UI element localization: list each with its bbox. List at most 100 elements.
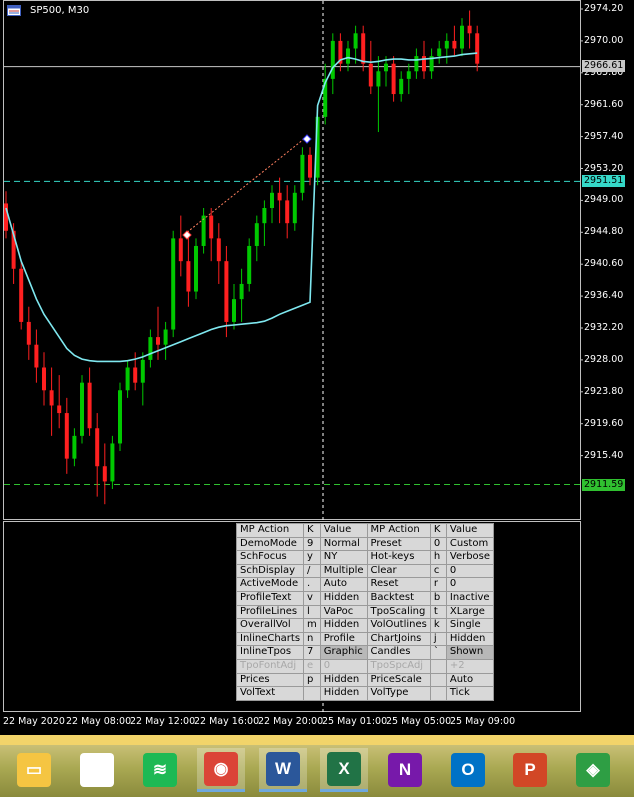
settings-header-row: MP Action K Value MP Action K Value bbox=[235, 523, 495, 538]
settings-header-cell: MP Action bbox=[235, 523, 305, 538]
settings-row[interactable]: ProfileText v Hidden Backtest b Inactive bbox=[235, 590, 495, 606]
excel-taskbar-button[interactable]: X bbox=[320, 748, 368, 792]
settings-key-cell: h bbox=[429, 550, 447, 565]
candle-body bbox=[87, 382, 92, 429]
word-icon: W bbox=[266, 751, 300, 786]
settings-row[interactable]: Prices p Hidden PriceScale Auto bbox=[235, 672, 495, 688]
settings-row[interactable]: InlineCharts n Profile ChartJoins j Hidden bbox=[235, 631, 495, 647]
settings-key-cell: c bbox=[429, 563, 447, 579]
settings-value-cell[interactable]: Auto bbox=[319, 577, 368, 592]
settings-value-cell[interactable]: Hidden bbox=[445, 631, 495, 647]
file-explorer-icon: ▭ bbox=[17, 753, 51, 787]
candle-body bbox=[148, 337, 153, 360]
settings-row[interactable]: ProfileLines l VaPoc TpoScaling t XLarge bbox=[235, 604, 495, 620]
settings-value-cell[interactable]: Hidden bbox=[319, 590, 368, 606]
settings-value-cell[interactable]: Profile bbox=[319, 631, 368, 647]
candle-body bbox=[133, 367, 138, 383]
candle-body bbox=[308, 154, 312, 178]
onenote-taskbar-button[interactable]: N bbox=[381, 748, 429, 792]
settings-value-cell[interactable]: NY bbox=[319, 550, 368, 565]
settings-row[interactable]: VolText Hidden VolType Tick bbox=[235, 686, 495, 701]
settings-action-cell: SchDisplay bbox=[235, 563, 305, 579]
settings-value-cell[interactable]: Single bbox=[445, 618, 495, 633]
word-taskbar-button[interactable]: W bbox=[259, 748, 307, 792]
settings-value-cell[interactable]: Hidden bbox=[319, 618, 368, 633]
settings-row[interactable]: DemoMode 9 Normal Preset 0 Custom bbox=[235, 536, 495, 552]
settings-row[interactable]: ActiveMode. Auto Reset r 0 bbox=[235, 577, 495, 592]
settings-action-cell: Preset bbox=[366, 536, 431, 552]
trendline-anchor-start bbox=[182, 230, 192, 240]
price-tick-label: 2940.60 bbox=[584, 258, 624, 270]
settings-value-cell[interactable]: XLarge bbox=[445, 604, 495, 620]
settings-action-cell: Backtest bbox=[366, 590, 431, 606]
candle-body bbox=[452, 40, 457, 49]
powerpoint-taskbar-button[interactable]: P bbox=[506, 748, 554, 792]
settings-value-cell[interactable]: Hidden bbox=[319, 686, 368, 701]
chrome-icon: ◉ bbox=[204, 751, 238, 786]
candle-body bbox=[467, 25, 472, 34]
settings-row[interactable]: TpoFontAdj e 0 TpoSpcAdj +2 bbox=[235, 658, 495, 674]
settings-value-cell[interactable]: Inactive bbox=[445, 590, 495, 606]
settings-value-cell[interactable]: Shown bbox=[445, 645, 495, 660]
settings-value-cell[interactable]: VaPoc bbox=[319, 604, 368, 620]
candle-body bbox=[19, 268, 24, 322]
upper-level-price-label: 2951.51 bbox=[582, 175, 626, 187]
candle-body bbox=[353, 33, 358, 49]
candle-body bbox=[406, 71, 411, 79]
settings-key-cell: r bbox=[429, 577, 447, 592]
settings-action-cell: InlineCharts bbox=[235, 631, 305, 647]
settings-action-cell: Clear bbox=[366, 563, 431, 579]
price-tick-label: 2949.00 bbox=[584, 194, 624, 206]
settings-value-cell[interactable]: Verbose bbox=[445, 550, 495, 565]
current-price-label: 2966.61 bbox=[582, 60, 626, 72]
settings-action-cell: VolType bbox=[366, 686, 431, 701]
settings-key-cell bbox=[429, 658, 447, 674]
home-taskbar-button[interactable]: ⌂ bbox=[73, 748, 121, 792]
metatrader-taskbar-button[interactable]: ◈ bbox=[569, 748, 617, 792]
settings-value-cell[interactable]: 0 bbox=[445, 577, 495, 592]
settings-value-cell[interactable]: Custom bbox=[445, 536, 495, 552]
chrome-taskbar-button[interactable]: ◉ bbox=[197, 748, 245, 792]
settings-key-cell: j bbox=[429, 631, 447, 647]
settings-value-cell[interactable]: Multiple bbox=[319, 563, 368, 579]
settings-key-cell: y bbox=[303, 550, 321, 565]
settings-value-cell[interactable]: +2 bbox=[445, 658, 495, 674]
candle-body bbox=[232, 299, 236, 322]
time-tick-label: 22 May 2020 bbox=[3, 716, 65, 727]
candle-body bbox=[254, 223, 259, 246]
candle-body bbox=[460, 25, 464, 49]
settings-row[interactable]: InlineTpos 7 Graphic Candles ` Shown bbox=[235, 645, 495, 660]
candle-body bbox=[376, 71, 381, 87]
price-tick-label: 2961.60 bbox=[584, 98, 624, 110]
settings-row[interactable]: SchFocus y NY Hot-keys h Verbose bbox=[235, 550, 495, 565]
candle-body bbox=[292, 192, 297, 224]
settings-key-cell: v bbox=[303, 590, 321, 606]
chart-window-icon bbox=[7, 5, 21, 16]
settings-action-cell: VolOutlines bbox=[366, 618, 431, 633]
settings-key-cell: k bbox=[429, 618, 447, 633]
settings-key-cell bbox=[429, 672, 447, 688]
settings-value-cell[interactable]: Graphic bbox=[319, 645, 368, 660]
candle-body bbox=[72, 435, 77, 459]
candle-body bbox=[194, 245, 198, 292]
settings-value-cell[interactable]: Tick bbox=[445, 686, 495, 701]
settings-header-cell: Value bbox=[445, 523, 495, 538]
settings-row[interactable]: OverallVol m Hidden VolOutlines k Single bbox=[235, 618, 495, 633]
settings-key-cell: 0 bbox=[429, 536, 447, 552]
trendline-anchor-end bbox=[302, 134, 312, 144]
market-profile-settings-table[interactable]: MP Action K Value MP Action K Value DemoMode 9 N… bbox=[235, 523, 495, 701]
settings-row[interactable]: SchDisplay / Multiple Clear c 0 bbox=[235, 563, 495, 579]
settings-value-cell[interactable]: 0 bbox=[445, 563, 495, 579]
settings-key-cell: m bbox=[303, 618, 321, 633]
file-explorer-taskbar-button[interactable]: ▭ bbox=[10, 748, 58, 792]
settings-value-cell[interactable]: Auto bbox=[445, 672, 495, 688]
settings-value-cell[interactable]: 0 bbox=[319, 658, 368, 674]
spotify-taskbar-button[interactable]: ≋ bbox=[136, 748, 184, 792]
settings-action-cell: VolText bbox=[235, 686, 305, 701]
settings-value-cell[interactable]: Hidden bbox=[319, 672, 368, 688]
settings-value-cell[interactable]: Normal bbox=[319, 536, 368, 552]
outlook-taskbar-button[interactable]: O bbox=[444, 748, 492, 792]
settings-action-cell: TpoSpcAdj bbox=[366, 658, 431, 674]
trading-terminal: SP500, M30 2974.20 2970.00 2965.80 2961.60 2… bbox=[0, 0, 634, 797]
settings-action-cell: InlineTpos bbox=[235, 645, 305, 660]
